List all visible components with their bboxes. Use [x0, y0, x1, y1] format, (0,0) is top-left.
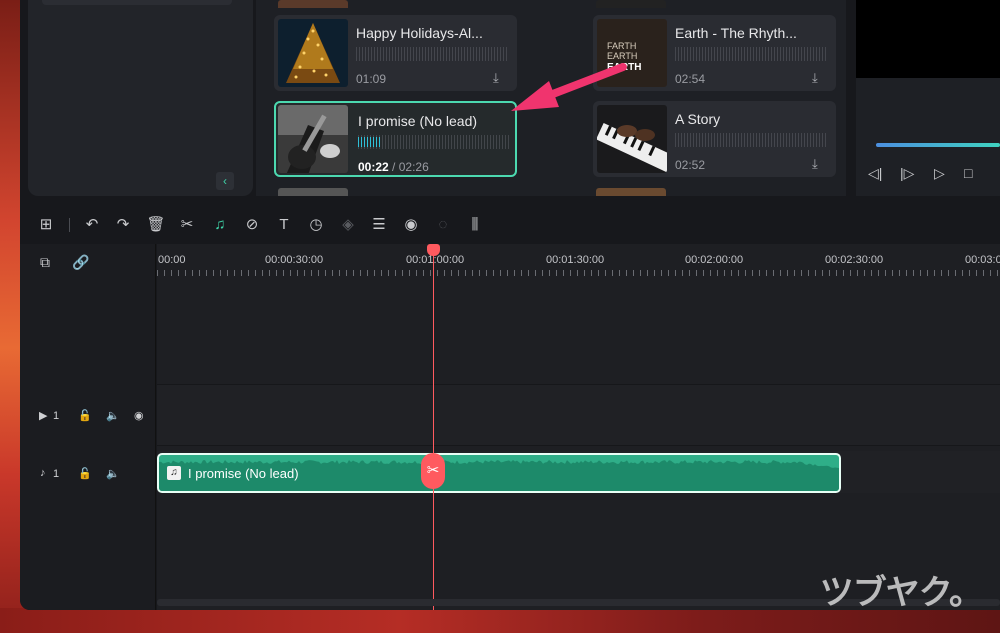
time-separator: /: [388, 160, 399, 174]
waveform-preview[interactable]: [356, 47, 508, 61]
speaker-icon[interactable]: 🔈: [106, 467, 120, 480]
layout-icon[interactable]: ⊞: [36, 215, 56, 235]
preview-progress-bar[interactable]: [876, 143, 1000, 147]
previous-frame-icon[interactable]: ◁|: [868, 165, 882, 182]
stop-icon[interactable]: □: [964, 165, 972, 181]
ruler-label: 00:01:30:00: [546, 254, 605, 266]
category-panel: ‹: [28, 0, 253, 196]
video-track-icon: ▶: [39, 410, 48, 422]
category-item[interactable]: [42, 0, 232, 5]
lock-icon[interactable]: 🔓: [78, 467, 92, 480]
audio-title: I promise (No lead): [358, 113, 478, 129]
preview-screen: [856, 0, 1000, 78]
undo-icon[interactable]: ↶: [82, 215, 102, 235]
audio-stretch-icon[interactable]: ◉: [401, 215, 421, 235]
total-time: 02:26: [398, 160, 429, 174]
media-thumbnail[interactable]: [278, 0, 348, 8]
speaker-icon[interactable]: 🔈: [106, 409, 120, 422]
waveform-preview[interactable]: [675, 133, 827, 147]
preview-panel: ◁| |▷ ▷ □: [856, 0, 1000, 196]
ruler-label: 00:00:30:00: [265, 254, 324, 266]
download-icon[interactable]: ⤓: [812, 157, 826, 171]
text-icon[interactable]: T: [274, 215, 294, 235]
adjust-icon[interactable]: ☰: [369, 215, 389, 235]
chevron-left-icon: ‹: [223, 174, 227, 188]
next-frame-icon[interactable]: |▷: [900, 165, 914, 182]
ruler-label: 00:03:0: [965, 254, 1000, 266]
audio-duration: 02:54: [675, 72, 706, 86]
play-icon[interactable]: ▷: [934, 165, 945, 182]
track-headers: ⧉ 🔗 ▶ 1 🔓 🔈 ◉ ♪ 1 🔓 🔈: [20, 244, 156, 610]
audio-card[interactable]: Happy Holidays-Al... 01:09 ⤓: [274, 15, 517, 91]
audio-icon[interactable]: ♫: [210, 215, 230, 235]
timeline-toolbar: ⊞ ↶ ↷ 🗑 ✂ ♫ ⊘ T ◷ ◈ ☰ ◉ ◌ ⫼: [20, 206, 1000, 244]
waveform-preview[interactable]: [675, 47, 827, 61]
current-time: 00:22: [358, 160, 389, 174]
ruler-label: 00:02:00:00: [685, 254, 744, 266]
cut-icon[interactable]: ✂: [177, 215, 197, 235]
tag-icon[interactable]: ⊘: [242, 215, 262, 235]
download-icon[interactable]: ⤓: [812, 71, 826, 85]
speed-icon[interactable]: ◷: [306, 215, 326, 235]
media-thumbnail[interactable]: [596, 188, 666, 196]
audio-track-icon: ♪: [40, 467, 46, 479]
ruler-ticks: [157, 270, 1000, 276]
audio-title: Happy Holidays-Al...: [356, 25, 483, 41]
audio-title: Earth - The Rhyth...: [675, 25, 797, 41]
add-track-icon[interactable]: ⧉: [40, 254, 50, 271]
timeline[interactable]: 00:00 00:00:30:00 00:01:00:00 00:01:30:0…: [157, 244, 1000, 610]
time-ruler[interactable]: 00:00 00:00:30:00 00:01:00:00 00:01:30:0…: [157, 244, 1000, 280]
split-scissors-icon[interactable]: ✂: [421, 453, 445, 489]
redo-icon[interactable]: ↷: [113, 215, 133, 235]
audio-duration: 01:09: [356, 72, 387, 86]
collapse-panel-button[interactable]: ‹: [216, 172, 234, 190]
audio-clip[interactable]: ♫ I promise (No lead): [157, 453, 841, 493]
ruler-label: 00:02:30:00: [825, 254, 884, 266]
clip-label: I promise (No lead): [188, 466, 299, 481]
audio-duration: 02:52: [675, 158, 706, 172]
thumbnail-guitar: [278, 105, 348, 173]
thumbnail-christmas-tree: [278, 19, 348, 87]
link-icon[interactable]: 🔗: [72, 254, 89, 271]
mask-icon[interactable]: ◈: [338, 215, 358, 235]
eye-icon[interactable]: ◉: [134, 409, 144, 422]
lock-icon[interactable]: 🔓: [78, 409, 92, 422]
toolbar-divider: [69, 218, 70, 232]
beat-icon[interactable]: ⫼: [465, 215, 485, 235]
annotation-arrow: [511, 63, 627, 111]
playhead-handle[interactable]: [427, 244, 440, 256]
music-note-icon: ♫: [167, 466, 181, 480]
tts-icon[interactable]: ◌: [433, 215, 453, 235]
video-track-lane[interactable]: [157, 384, 1000, 446]
waveform-played-portion: [358, 137, 380, 147]
media-thumbnail[interactable]: [596, 0, 666, 8]
waveform-preview[interactable]: [358, 135, 510, 149]
playhead[interactable]: [433, 244, 434, 610]
ruler-label: 00:00: [158, 254, 186, 266]
svg-text:FARTH: FARTH: [607, 41, 636, 51]
audio-track-number: 1: [53, 468, 60, 480]
video-track-number: 1: [53, 410, 60, 422]
audio-card-selected[interactable]: I promise (No lead) 00:22 / 02:26: [274, 101, 517, 177]
audio-title: A Story: [675, 111, 721, 127]
media-thumbnail[interactable]: [278, 188, 348, 196]
watermark-logo: ツブヤク。: [819, 573, 983, 613]
playback-time: 00:22 / 02:26: [358, 160, 429, 174]
delete-icon[interactable]: 🗑: [146, 215, 166, 235]
